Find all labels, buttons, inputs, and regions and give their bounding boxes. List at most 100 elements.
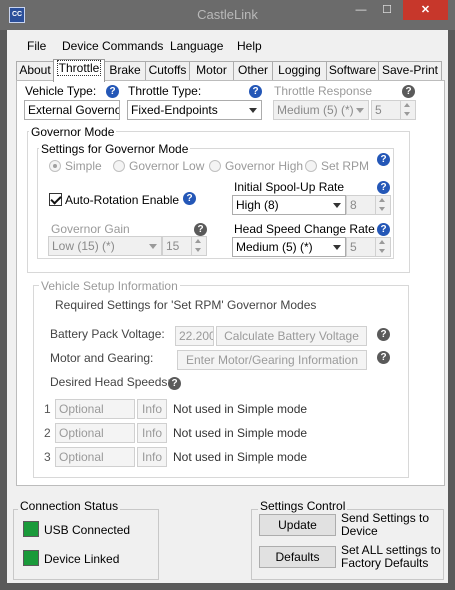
throttle-response-number: 5	[375, 103, 382, 117]
tab-brake[interactable]: Brake	[104, 61, 146, 80]
head-speed-field[interactable]: Optional	[55, 447, 135, 467]
head-speeds-label: Desired Head Speeds:	[50, 375, 171, 389]
head-speed-info-button[interactable]: Info	[137, 447, 167, 467]
chevron-down-icon	[149, 244, 157, 249]
tab-save-print[interactable]: Save-Print	[378, 61, 442, 80]
spool-up-spinner[interactable]: 8	[346, 195, 391, 215]
spool-up-number: 8	[350, 198, 357, 212]
head-speed-field[interactable]: Optional	[55, 399, 135, 419]
vehicle-type-value: External Governor	[28, 103, 120, 117]
chevron-down-icon	[333, 203, 341, 208]
tab-about[interactable]: About	[16, 61, 54, 80]
throttle-type-label: Throttle Type:	[128, 84, 202, 98]
help-icon[interactable]: ?	[377, 328, 390, 341]
help-icon[interactable]: ?	[106, 85, 119, 98]
governor-gain-spinner[interactable]: 15	[162, 236, 207, 256]
help-icon[interactable]: ?	[377, 181, 390, 194]
spinner-down-icon[interactable]	[191, 246, 206, 255]
head-speed-change-select[interactable]: Medium (5) (*)	[232, 237, 346, 257]
menu-language[interactable]: Language	[170, 37, 223, 55]
tab-cutoffs[interactable]: Cutoffs	[145, 61, 190, 80]
radio-governor-low-label: Governor Low	[129, 159, 205, 173]
spinner-down-icon[interactable]	[375, 205, 390, 214]
device-status-indicator	[23, 550, 39, 566]
maximize-button[interactable]: ☐	[374, 0, 400, 20]
settings-control-title: Settings Control	[258, 499, 348, 513]
calculate-battery-voltage-button[interactable]: Calculate Battery Voltage	[216, 326, 367, 346]
device-status-label: Device Linked	[44, 552, 120, 566]
connection-status-title: Connection Status	[18, 499, 121, 513]
head-speed-field[interactable]: Optional	[55, 423, 135, 443]
connection-status-box	[13, 509, 159, 580]
tab-throttle-label: Throttle	[56, 60, 102, 76]
usb-status-indicator	[23, 521, 39, 537]
radio-governor-low[interactable]	[113, 160, 125, 172]
spool-up-select[interactable]: High (8)	[232, 195, 346, 215]
throttle-response-select[interactable]: Medium (5) (*)	[273, 100, 369, 120]
spinner-up-icon[interactable]	[375, 238, 390, 247]
help-icon[interactable]: ?	[194, 223, 207, 236]
head-speed-number: 1	[44, 402, 51, 416]
tab-logging[interactable]: Logging	[272, 61, 327, 80]
battery-voltage-field[interactable]: 22.200	[175, 326, 214, 346]
head-speed-change-spinner[interactable]: 5	[346, 237, 391, 257]
defaults-button[interactable]: Defaults	[259, 546, 336, 568]
help-icon[interactable]: ?	[377, 351, 390, 364]
help-icon[interactable]: ?	[183, 192, 196, 205]
governor-mode-title: Governor Mode	[29, 125, 117, 139]
chevron-down-icon	[249, 108, 257, 113]
throttle-type-value: Fixed-Endpoints	[131, 103, 218, 117]
spool-up-label: Initial Spool-Up Rate	[234, 180, 345, 194]
close-button[interactable]: ✕	[403, 0, 448, 20]
tab-other[interactable]: Other	[233, 61, 273, 80]
motor-gearing-label: Motor and Gearing:	[50, 351, 154, 365]
head-speed-note: Not used in Simple mode	[173, 426, 308, 440]
head-speed-change-value: Medium (5) (*)	[236, 240, 313, 254]
radio-set-rpm[interactable]	[305, 160, 317, 172]
battery-voltage-label: Battery Pack Voltage:	[50, 327, 165, 341]
throttle-response-spinner[interactable]: 5	[371, 100, 416, 120]
enter-motor-gearing-button[interactable]: Enter Motor/Gearing Information	[177, 350, 367, 370]
radio-set-rpm-label: Set RPM	[321, 159, 370, 173]
vehicle-setup-title: Vehicle Setup Information	[39, 279, 180, 293]
vehicle-type-label: Vehicle Type:	[25, 84, 97, 98]
menu-help[interactable]: Help	[237, 37, 262, 55]
radio-governor-high-label: Governor High	[225, 159, 304, 173]
head-speed-info-button[interactable]: Info	[137, 423, 167, 443]
governor-gain-select[interactable]: Low (15) (*)	[48, 236, 162, 256]
governor-gain-number: 15	[166, 239, 180, 253]
head-speed-info-button[interactable]: Info	[137, 399, 167, 419]
spool-up-value: High (8)	[236, 198, 279, 212]
minimize-button[interactable]: —	[348, 0, 374, 20]
help-icon[interactable]: ?	[377, 153, 390, 166]
radio-simple-label: Simple	[65, 159, 102, 173]
auto-rotation-checkbox[interactable]	[49, 193, 62, 206]
tab-throttle[interactable]: Throttle	[53, 59, 105, 82]
help-icon[interactable]: ?	[377, 223, 390, 236]
update-button[interactable]: Update	[259, 514, 336, 536]
help-icon[interactable]: ?	[168, 377, 181, 390]
radio-governor-high[interactable]	[209, 160, 221, 172]
spinner-up-icon[interactable]	[400, 101, 415, 110]
head-speed-note: Not used in Simple mode	[173, 402, 308, 416]
head-speed-number: 3	[44, 450, 51, 464]
tab-motor[interactable]: Motor	[189, 61, 234, 80]
spinner-down-icon[interactable]	[400, 110, 415, 119]
chevron-down-icon	[356, 108, 364, 113]
tab-software[interactable]: Software	[326, 61, 379, 80]
menu-file[interactable]: File	[27, 37, 46, 55]
help-icon[interactable]: ?	[402, 85, 415, 98]
update-description: Send Settings to Device	[341, 511, 430, 538]
spinner-up-icon[interactable]	[191, 237, 206, 246]
spinner-down-icon[interactable]	[375, 247, 390, 256]
vehicle-type-select[interactable]: External Governor	[24, 100, 120, 120]
radio-simple[interactable]	[49, 160, 61, 172]
spinner-up-icon[interactable]	[375, 196, 390, 205]
help-icon[interactable]: ?	[249, 85, 262, 98]
menu-device-commands[interactable]: Device Commands	[62, 37, 163, 55]
auto-rotation-label: Auto-Rotation Enable	[65, 193, 180, 207]
throttle-response-label: Throttle Response	[274, 84, 373, 98]
governor-gain-value: Low (15) (*)	[52, 239, 115, 253]
throttle-type-select[interactable]: Fixed-Endpoints	[127, 100, 262, 120]
chevron-down-icon	[333, 245, 341, 250]
